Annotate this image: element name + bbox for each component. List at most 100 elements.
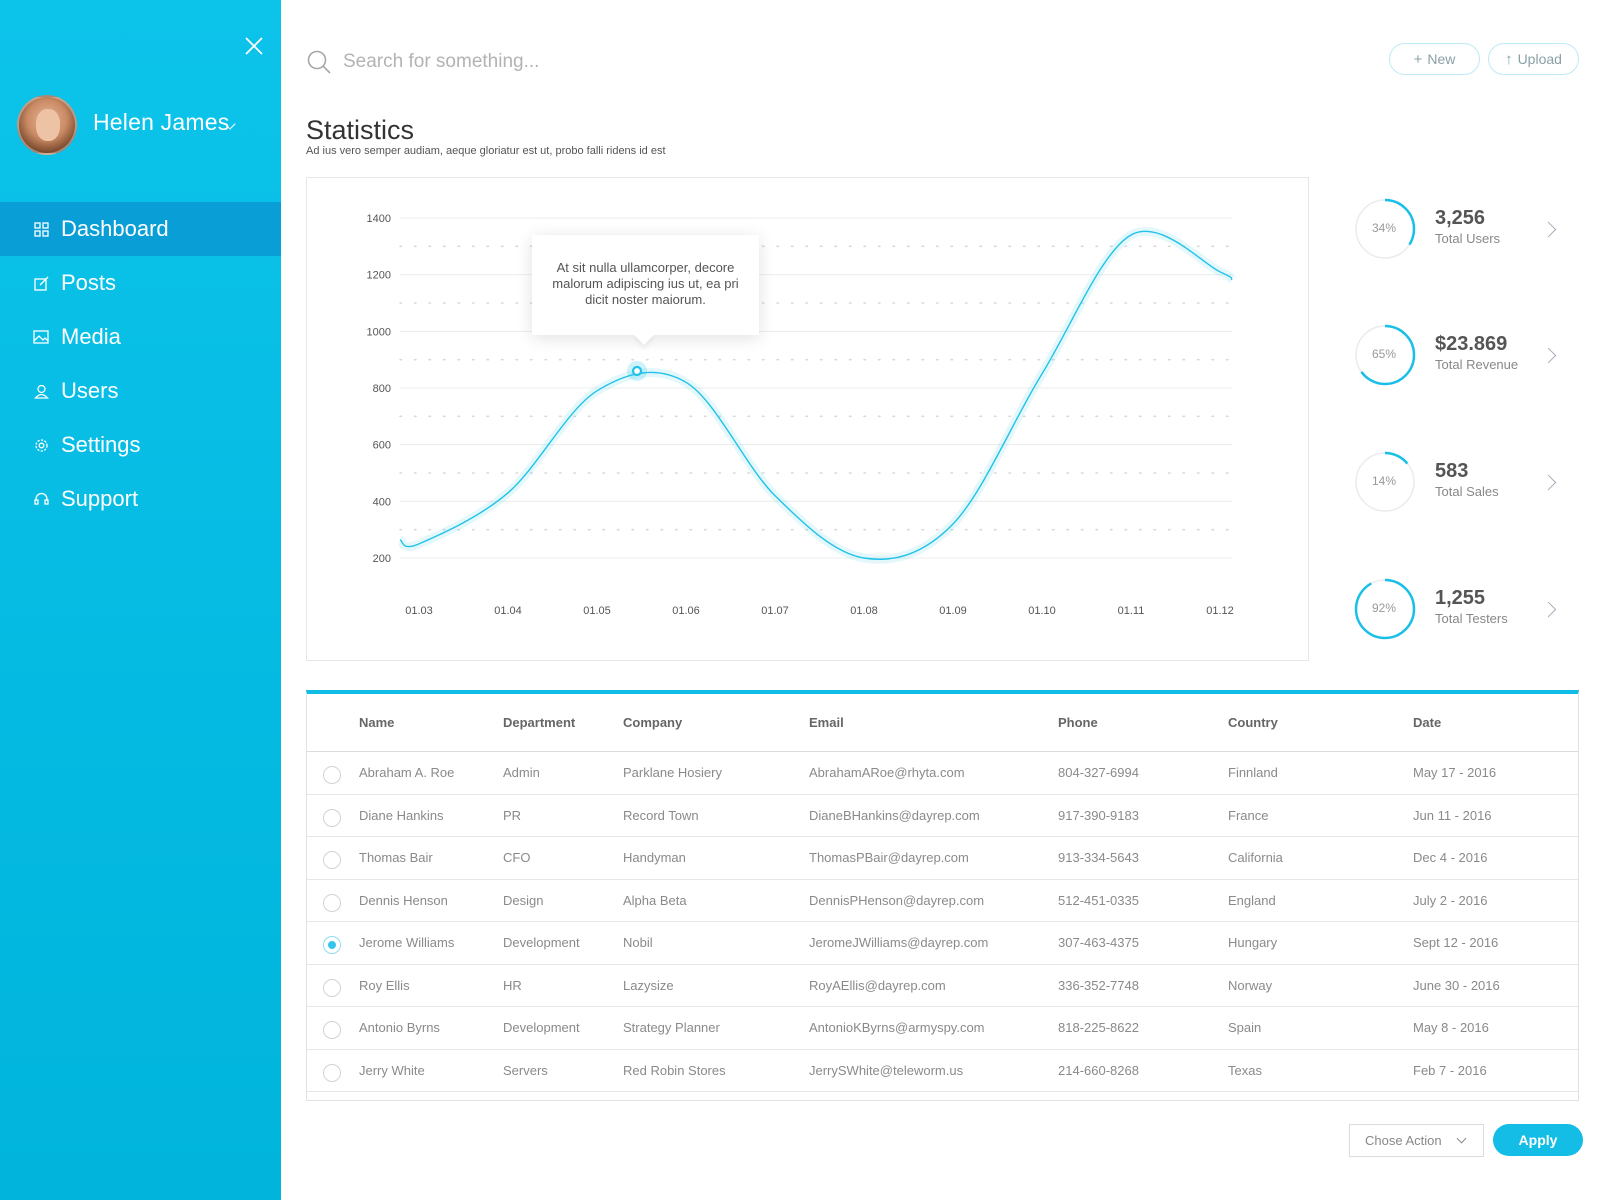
kpi-total-users[interactable]: 34% 3,256 Total Users [1353,197,1583,267]
table-row[interactable]: Thomas Bair CFO Handyman ThomasPBair@dayrep… [307,837,1578,880]
kpi-percent: 34% [1371,221,1397,235]
upload-button-label: Upload [1517,51,1562,67]
table-row[interactable]: Roy Ellis HR Lazysize RoyAEllis@dayrep.com 3… [307,965,1578,1007]
kpi-value: 3,256 [1435,207,1486,229]
row-select-radio[interactable] [323,978,341,997]
new-button-label: New [1427,51,1456,67]
chart-tooltip: At sit nulla ullamcorper, decore malorum… [532,235,759,335]
x-tick-label: 01.11 [1118,605,1145,617]
user-name[interactable]: Helen James [93,109,229,136]
column-header[interactable]: Name [359,694,394,751]
table-cell: Jerry White [359,1062,425,1078]
table-cell: PR [503,807,522,823]
close-icon[interactable] [242,34,266,58]
headset-icon [33,491,49,507]
column-header[interactable]: Country [1228,694,1278,751]
table-row[interactable]: Jerome Williams Development Nobil JeromeJWi… [307,922,1578,965]
sidebar-item-label: Users [61,378,119,403]
table-row[interactable]: Antonio Byrns Development Strategy Planner… [307,1007,1578,1050]
table-header-row: Name Department Company Email Phone Country Da… [307,694,1578,752]
column-header[interactable]: Company [623,694,682,751]
x-tick-label: 01.09 [939,605,967,617]
table-row[interactable]: Diane Hankins PR Record Town DianeBHankins@… [307,795,1578,837]
table-row[interactable]: Dennis Henson Design Alpha Beta DennisPHens… [307,880,1578,922]
table-cell: Record Town [623,807,699,823]
sidebar-item-label: Dashboard [61,216,169,241]
table-cell: HR [503,977,522,993]
column-header[interactable]: Date [1413,694,1441,751]
arrow-up-icon: ↑ [1505,50,1513,68]
table-cell: Alpha Beta [623,892,687,908]
table-cell: France [1228,807,1269,823]
y-tick-label: 800 [373,383,391,395]
table-cell: Handyman [623,850,686,866]
row-select-radio[interactable] [323,936,341,954]
row-select-radio[interactable] [323,1063,341,1082]
row-select-radio[interactable] [323,1021,341,1039]
y-tick-label: 400 [373,496,391,508]
table-cell: Diane Hankins [359,807,444,823]
table-cell: 913-334-5643 [1058,850,1139,866]
table-cell: Thomas Bair [359,850,433,866]
sidebar-item-support[interactable]: Support [0,472,281,526]
sidebar-item-settings[interactable]: Settings [0,418,281,472]
kpi-total-revenue[interactable]: 65% $23.869 Total Revenue [1353,323,1583,393]
apply-button[interactable]: Apply [1493,1124,1583,1156]
sidebar-item-posts[interactable]: Posts [0,256,281,310]
table-cell: Lazysize [623,977,674,993]
upload-button[interactable]: ↑ Upload [1488,43,1579,75]
sidebar: Helen James Dashboard Posts Media Users [0,0,281,1200]
kpi-percent: 14% [1371,474,1397,488]
table-cell: Dec 4 - 2016 [1413,850,1488,866]
table-row[interactable]: Abraham A. Roe Admin Parklane Hosiery Abrah… [307,752,1578,795]
series-line [399,230,1233,560]
page-title: Statistics [306,115,415,145]
sidebar-item-dashboard[interactable]: Dashboard [0,202,281,256]
table-cell: Antonio Byrns [359,1020,440,1036]
table-cell: ThomasPBair@dayrep.com [809,850,969,866]
chevron-right-icon [1540,601,1557,618]
action-select[interactable]: Chose Action [1349,1124,1484,1157]
table-cell: Servers [503,1062,548,1078]
kpi-total-sales[interactable]: 14% 583 Total Sales [1353,450,1583,520]
row-select-radio[interactable] [323,808,341,827]
line-chart: 200 400 600 800 1000 1200 1400 01.03 01.04 01.05 0… [367,213,1237,617]
table-cell: Development [503,935,580,951]
data-table: Name Department Company Email Phone Country Da… [306,690,1579,1101]
chevron-right-icon [1540,347,1557,364]
table-cell: Parklane Hosiery [623,765,722,781]
table-cell: Design [503,892,544,908]
kpi-label: Total Testers [1435,611,1508,626]
search-icon[interactable] [306,49,332,75]
sidebar-item-media[interactable]: Media [0,310,281,364]
image-icon [33,329,49,345]
column-header[interactable]: Email [809,694,844,751]
y-tick-label: 1000 [367,326,391,338]
x-tick-label: 01.08 [850,605,878,617]
y-tick-label: 600 [373,440,391,452]
row-select-radio[interactable] [323,851,341,869]
series-glow [397,226,1237,564]
table-cell: 214-660-8268 [1058,1062,1139,1078]
table-cell: Feb 7 - 2016 [1413,1062,1487,1078]
table-cell: DennisPHenson@dayrep.com [809,892,985,908]
highlight-point [631,365,643,377]
row-select-radio[interactable] [323,893,341,912]
table-cell: 336-352-7748 [1058,977,1139,993]
action-select-label: Chose Action [1365,1133,1442,1148]
gear-icon [33,437,49,453]
avatar[interactable] [17,95,77,155]
table-row[interactable]: Jerry White Servers Red Robin Stores JerryS… [307,1050,1578,1092]
y-tick-label: 200 [373,553,391,565]
new-button[interactable]: + New [1389,43,1480,75]
column-header[interactable]: Phone [1058,694,1098,751]
table-cell: Nobil [623,935,653,951]
search-input[interactable] [343,47,943,77]
table-cell: AntonioKByrns@armyspy.com [809,1020,985,1036]
kpi-total-testers[interactable]: 92% 1,255 Total Testers [1353,577,1583,647]
table-cell: Hungary [1228,935,1278,951]
kpi-value: 1,255 [1435,587,1486,609]
column-header[interactable]: Department [503,694,575,751]
row-select-radio[interactable] [323,766,341,784]
sidebar-item-users[interactable]: Users [0,364,281,418]
